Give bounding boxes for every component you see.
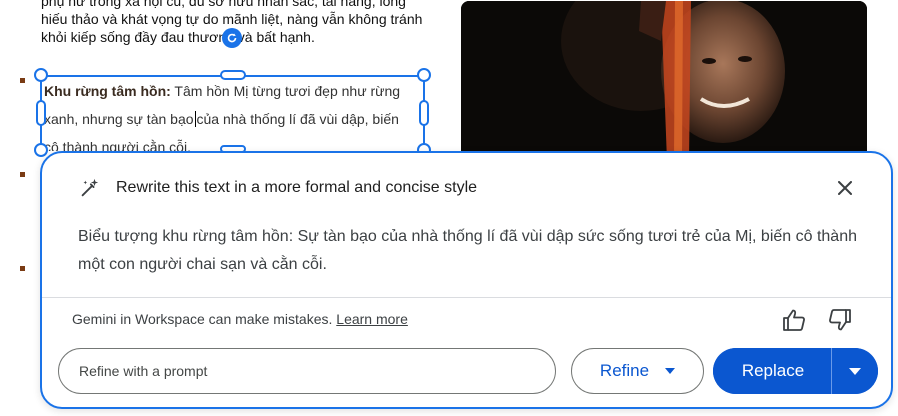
sparkle-pen-icon bbox=[81, 178, 99, 197]
resize-handle-top[interactable] bbox=[220, 70, 246, 80]
rewrite-result-text: Biểu tượng khu rừng tâm hồn: Sự tàn bạo … bbox=[78, 228, 857, 273]
textbox-line-2: xanh, nhưng sự tàn bạo của nhà thống lí đ… bbox=[44, 105, 423, 133]
close-button[interactable] bbox=[833, 176, 857, 200]
panel-divider bbox=[42, 297, 891, 298]
textbox-line-2-end: của nhà thống lí đã vùi dập, biến bbox=[196, 111, 399, 127]
resize-handle-right[interactable] bbox=[419, 100, 429, 126]
disclaimer: Gemini in Workspace can make mistakes. L… bbox=[72, 311, 408, 327]
panel-title: Rewrite this text in a more formal and c… bbox=[116, 179, 478, 196]
chevron-down-icon bbox=[849, 367, 861, 375]
disclaimer-text: Gemini in Workspace can make mistakes. bbox=[72, 311, 333, 327]
document-line: phụ nữ trong xã hội cũ; dù sở hữu nhan s… bbox=[41, 0, 406, 9]
replace-divider bbox=[831, 348, 832, 394]
thumbs-up-icon bbox=[783, 309, 805, 331]
textbox-line-2-start: xanh, nhưng sự tàn bạo bbox=[44, 111, 194, 127]
panel-header: Rewrite this text in a more formal and c… bbox=[78, 177, 477, 199]
bullet-marker bbox=[20, 78, 25, 83]
rotate-icon bbox=[227, 33, 237, 43]
textbox-line-1: Khu rừng tâm hồn: Tâm hồn Mị từng tươi đ… bbox=[44, 77, 423, 105]
thumbs-down-icon bbox=[829, 309, 851, 331]
thumbs-down-button[interactable] bbox=[827, 307, 853, 333]
close-icon bbox=[838, 181, 852, 195]
refine-label: Refine bbox=[599, 361, 650, 380]
learn-more-link[interactable]: Learn more bbox=[336, 311, 408, 327]
replace-options-button[interactable] bbox=[832, 348, 878, 394]
refine-button[interactable]: Refine bbox=[571, 348, 704, 394]
photo-girl-image bbox=[461, 1, 867, 161]
bullet-marker bbox=[20, 266, 25, 271]
textbox-bold-label: Khu rừng tâm hồn: bbox=[44, 83, 171, 99]
selected-text-box[interactable]: Khu rừng tâm hồn: Tâm hồn Mị từng tươi đ… bbox=[40, 75, 425, 151]
resize-handle-top-left[interactable] bbox=[34, 68, 48, 82]
bullet-marker bbox=[20, 172, 25, 177]
thumbs-up-button[interactable] bbox=[781, 307, 807, 333]
text-cursor bbox=[194, 111, 196, 127]
slide-photo bbox=[461, 1, 867, 161]
resize-handle-left[interactable] bbox=[36, 100, 46, 126]
replace-split-button: Replace bbox=[713, 348, 878, 394]
gemini-rewrite-panel: Rewrite this text in a more formal and c… bbox=[40, 151, 893, 409]
textbox-line-1-rest: Tâm hồn Mị từng tươi đẹp như rừng bbox=[170, 83, 401, 99]
document-line: hiếu thảo và khát vọng tự do mãnh liệt, … bbox=[41, 11, 423, 27]
resize-handle-bottom-left[interactable] bbox=[34, 143, 48, 157]
refine-prompt-input[interactable] bbox=[58, 348, 556, 394]
chevron-down-icon bbox=[665, 368, 676, 374]
resize-handle-top-right[interactable] bbox=[417, 68, 431, 82]
rotate-handle[interactable] bbox=[222, 28, 242, 48]
replace-button[interactable]: Replace bbox=[713, 348, 831, 394]
